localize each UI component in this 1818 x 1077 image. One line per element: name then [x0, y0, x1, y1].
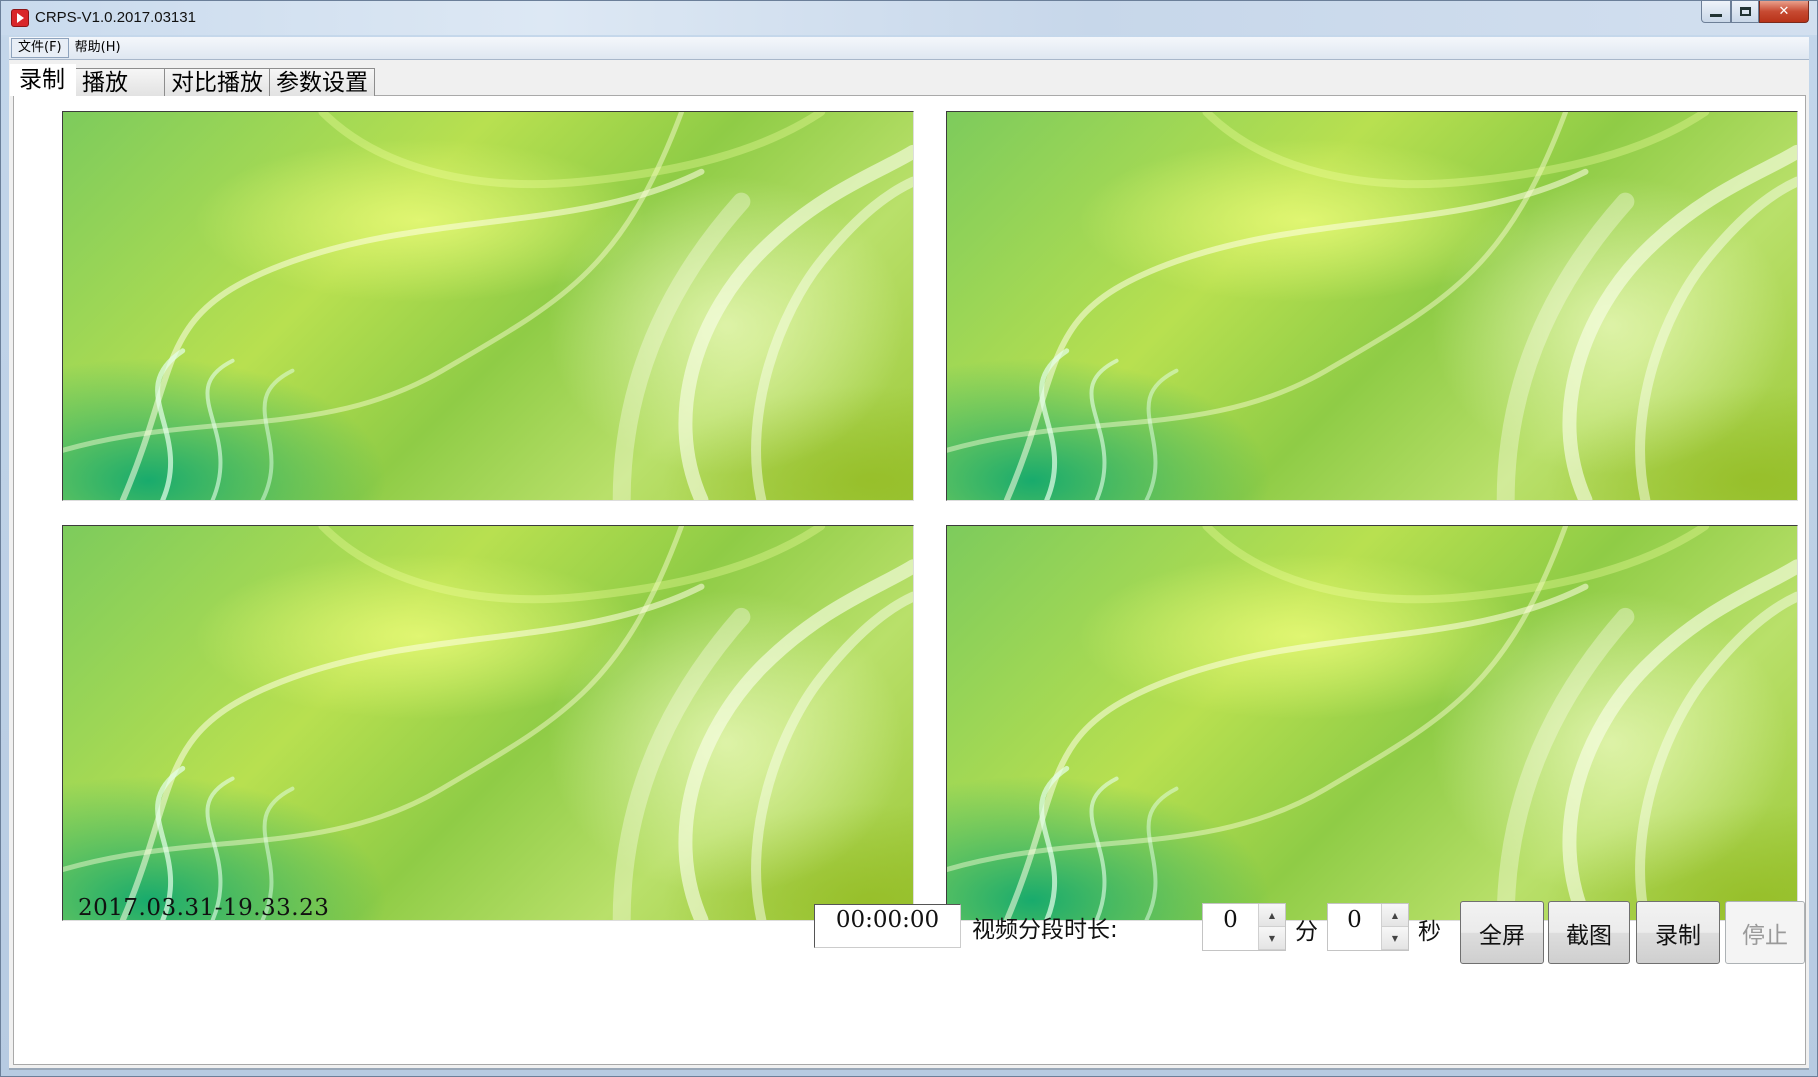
- swirl-stroke: [260, 368, 295, 500]
- timestamp-text: 2017.03.31-19.33.23: [78, 895, 330, 921]
- tab-strip: 录制 播放 对比播放 参数设置: [10, 64, 375, 96]
- swirl-stroke: [1003, 583, 1589, 920]
- video-panel-2[interactable]: [946, 111, 1798, 501]
- maximize-button[interactable]: [1731, 1, 1759, 23]
- title-bar[interactable]: CRPS-V1.0.2017.03131 ✕: [1, 1, 1817, 35]
- minutes-down-icon[interactable]: ▼: [1259, 927, 1285, 950]
- menu-file[interactable]: 文件(F): [11, 38, 69, 58]
- app-icon: [11, 9, 29, 27]
- swirl-stroke: [1202, 526, 1710, 604]
- window-title: CRPS-V1.0.2017.03131: [35, 9, 196, 26]
- swirl-stroke: [1003, 168, 1589, 500]
- stop-button[interactable]: 停止: [1725, 901, 1805, 964]
- seconds-up-icon[interactable]: ▲: [1382, 904, 1408, 927]
- swirl-stroke: [318, 112, 826, 189]
- window-controls: ✕: [1701, 1, 1809, 23]
- swirl-stroke: [1089, 776, 1119, 920]
- screenshot-button[interactable]: 截图: [1548, 901, 1630, 964]
- close-button[interactable]: ✕: [1759, 1, 1809, 23]
- seconds-value[interactable]: 0: [1328, 904, 1381, 950]
- minutes-unit: 分: [1295, 919, 1318, 945]
- fullscreen-button[interactable]: 全屏: [1460, 901, 1544, 964]
- video-panel-3[interactable]: [62, 525, 914, 921]
- wallpaper-swirl-graphic: [63, 112, 913, 500]
- seconds-spin-buttons: ▲ ▼: [1381, 904, 1408, 950]
- segment-duration-label: 视频分段时长:: [972, 917, 1118, 943]
- window-bottom-border: [9, 1068, 1809, 1070]
- tab-playback[interactable]: 播放: [75, 68, 165, 96]
- swirl-stroke: [1144, 368, 1179, 500]
- minutes-value[interactable]: 0: [1203, 904, 1258, 950]
- swirl-stroke: [1144, 786, 1179, 920]
- swirl-stroke: [1202, 112, 1710, 189]
- tab-record[interactable]: 录制: [10, 64, 76, 96]
- maximize-icon: [1739, 7, 1751, 16]
- recording-timer: 00:00:00: [814, 904, 961, 948]
- tab-settings[interactable]: 参数设置: [269, 68, 375, 96]
- record-button[interactable]: 录制: [1636, 901, 1720, 964]
- minimize-button[interactable]: [1701, 1, 1731, 23]
- wallpaper-swirl-graphic: [63, 526, 913, 920]
- swirl-stroke: [119, 168, 705, 500]
- swirl-stroke: [1089, 358, 1119, 500]
- wallpaper-swirl-graphic: [947, 526, 1797, 920]
- video-panel-4[interactable]: [946, 525, 1798, 921]
- tab-compare-playback[interactable]: 对比播放: [164, 68, 270, 96]
- menu-help[interactable]: 帮助(H): [69, 37, 127, 59]
- menu-bar: 文件(F) 帮助(H): [9, 37, 1809, 60]
- swirl-stroke: [119, 583, 705, 920]
- seconds-unit: 秒: [1418, 919, 1441, 945]
- video-panel-1[interactable]: [62, 111, 914, 501]
- app-window: CRPS-V1.0.2017.03131 ✕ 文件(F) 帮助(H) 录制 播放…: [0, 0, 1818, 1077]
- minutes-spinbox[interactable]: 0 ▲ ▼: [1202, 903, 1286, 951]
- seconds-down-icon[interactable]: ▼: [1382, 927, 1408, 950]
- minutes-spin-buttons: ▲ ▼: [1258, 904, 1285, 950]
- swirl-stroke: [205, 358, 235, 500]
- wallpaper-swirl-graphic: [947, 112, 1797, 500]
- swirl-stroke: [318, 526, 826, 604]
- seconds-spinbox[interactable]: 0 ▲ ▼: [1327, 903, 1409, 951]
- close-icon: ✕: [1778, 4, 1790, 19]
- minutes-up-icon[interactable]: ▲: [1259, 904, 1285, 927]
- minimize-icon: [1710, 14, 1722, 17]
